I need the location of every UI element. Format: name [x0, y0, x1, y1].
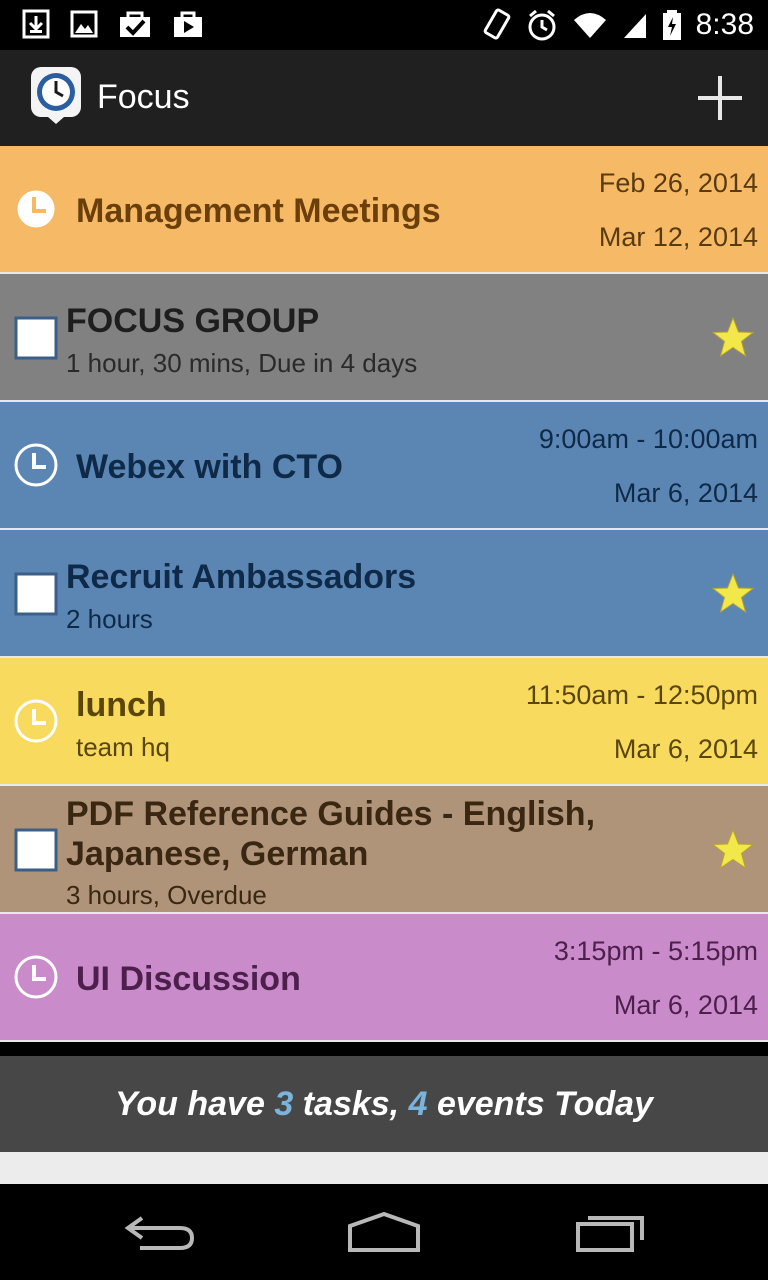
play-store-icon	[172, 9, 204, 39]
task-duration: 1 hour, 30 mins, Due in 4 days	[66, 348, 418, 378]
notification-icons	[22, 9, 204, 39]
plus-icon	[698, 76, 742, 120]
star-icon[interactable]	[710, 571, 756, 617]
task-row[interactable]: FOCUS GROUP 1 hour, 30 mins, Due in 4 day…	[0, 274, 768, 402]
event-time-top: 11:50am - 12:50pm	[525, 680, 758, 710]
task-checkbox[interactable]	[14, 572, 58, 616]
item-title: Webex with CTO	[76, 448, 344, 486]
summary-event-count: 4	[408, 1085, 428, 1123]
navigation-bar	[0, 1184, 768, 1280]
task-duration: 3 hours, Overdue	[66, 880, 267, 910]
summary-prefix: You have	[114, 1085, 265, 1123]
item-title: lunch	[76, 686, 167, 724]
agenda-list: Management Meetings Feb 26, 2014 Mar 12, 2…	[0, 146, 768, 1042]
summary-task-count: 3	[274, 1085, 294, 1123]
item-title: FOCUS GROUP	[66, 302, 320, 340]
item-title: PDF Reference Guides - English, Japanese…	[66, 795, 596, 873]
clock-icon	[13, 698, 59, 744]
event-time-top: Feb 26, 2014	[598, 168, 758, 198]
vibrate-icon	[483, 8, 510, 40]
recents-icon	[576, 1216, 644, 1252]
status-bar: 8:38	[0, 0, 768, 50]
event-time-bottom: Mar 6, 2014	[613, 734, 758, 764]
image-icon	[70, 9, 98, 39]
signal-icon	[623, 14, 646, 38]
item-title: UI Discussion	[76, 960, 301, 998]
task-row[interactable]: Recruit Ambassadors 2 hours	[0, 530, 768, 658]
home-icon	[348, 1211, 420, 1252]
event-location: team hq	[76, 732, 170, 762]
event-time-bottom: Mar 6, 2014	[613, 990, 758, 1020]
add-button[interactable]	[694, 72, 746, 124]
back-button[interactable]	[122, 1210, 198, 1254]
clock-icon	[13, 954, 59, 1000]
wifi-icon	[573, 13, 606, 38]
back-icon	[124, 1216, 195, 1250]
recents-button[interactable]	[574, 1210, 650, 1254]
clock-time: 8:38	[695, 8, 754, 41]
alarm-icon	[528, 9, 556, 41]
summary-tasks-label: tasks,	[302, 1085, 400, 1123]
summary-events-label: events Today	[436, 1085, 653, 1123]
battery-icon	[662, 10, 681, 40]
content-gap	[0, 1152, 768, 1184]
task-check-icon	[118, 9, 152, 39]
star-icon[interactable]	[710, 827, 756, 873]
item-title: Recruit Ambassadors	[66, 558, 417, 596]
task-duration: 2 hours	[66, 604, 153, 634]
event-time-top: 3:15pm - 5:15pm	[553, 936, 758, 966]
task-checkbox[interactable]	[14, 828, 58, 872]
clock-icon	[13, 186, 59, 232]
summary-bar: You have 3 tasks, 4 events Today	[0, 1056, 768, 1152]
app-logo-icon[interactable]	[30, 66, 82, 128]
task-checkbox[interactable]	[14, 316, 58, 360]
home-button[interactable]	[346, 1210, 422, 1254]
event-time-bottom: Mar 12, 2014	[598, 222, 758, 252]
event-time-bottom: Mar 6, 2014	[613, 478, 758, 508]
event-row[interactable]: Management Meetings Feb 26, 2014 Mar 12, 2…	[0, 146, 768, 274]
system-icons: 8:38	[482, 0, 754, 50]
action-bar: Focus	[0, 50, 768, 146]
download-icon	[22, 9, 50, 39]
app-title: Focus	[97, 78, 190, 116]
event-row[interactable]: lunch team hq 11:50am - 12:50pm Mar 6, 2014	[0, 658, 768, 786]
clock-icon	[13, 442, 59, 488]
task-row[interactable]: PDF Reference Guides - English, Japanese…	[0, 786, 768, 914]
event-time-top: 9:00am - 10:00am	[538, 424, 758, 454]
event-row[interactable]: UI Discussion 3:15pm - 5:15pm Mar 6, 2014	[0, 914, 768, 1042]
star-icon[interactable]	[710, 315, 756, 361]
event-row[interactable]: Webex with CTO 9:00am - 10:00am Mar 6, 201…	[0, 402, 768, 530]
item-title: Management Meetings	[76, 192, 441, 230]
